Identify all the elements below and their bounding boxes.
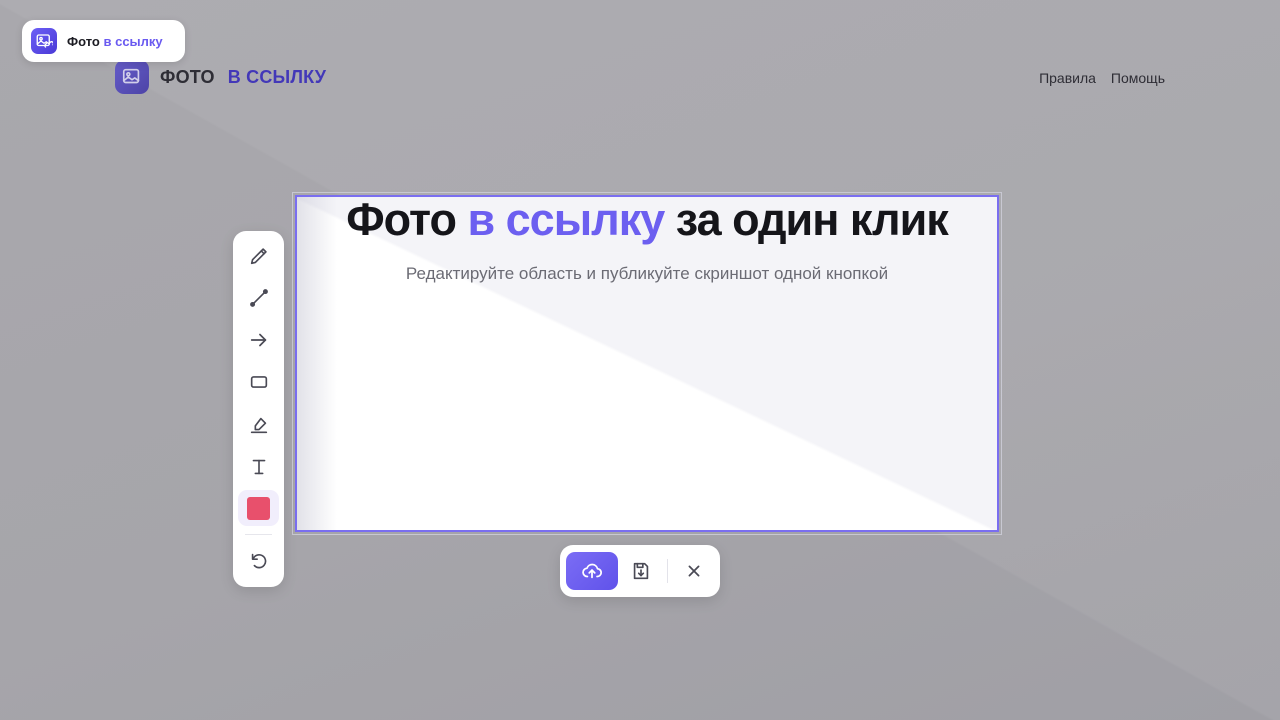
action-divider bbox=[667, 559, 668, 583]
pencil-icon bbox=[250, 248, 267, 265]
hero-title-part3: за один клик bbox=[675, 195, 949, 245]
save-download-icon bbox=[633, 562, 649, 580]
site-nav: Правила Помощь bbox=[1039, 70, 1165, 86]
drawing-toolbar bbox=[233, 231, 284, 587]
color-picker[interactable] bbox=[238, 490, 279, 526]
logo-text-main: ФОТО bbox=[160, 66, 215, 87]
hero-subtitle: Редактируйте область и публикуйте скринш… bbox=[405, 264, 889, 283]
cloud-upload-icon bbox=[582, 563, 603, 579]
nav-link-help[interactable]: Помощь bbox=[1111, 70, 1165, 86]
site-logo[interactable]: ФОТО В ССЫЛКУ bbox=[115, 60, 326, 94]
hero-title: Фото в ссылку за один клик bbox=[297, 197, 997, 243]
selection-area[interactable]: Фото в ссылку за один клик Редактируйте … bbox=[295, 195, 999, 532]
pencil-tool[interactable] bbox=[238, 238, 279, 274]
marker-icon bbox=[250, 417, 267, 434]
line-icon bbox=[249, 289, 268, 307]
color-swatch bbox=[247, 496, 270, 520]
upload-button[interactable] bbox=[566, 552, 618, 590]
close-button[interactable] bbox=[676, 552, 712, 590]
undo-button[interactable] bbox=[238, 543, 279, 579]
nav-link-rules[interactable]: Правила bbox=[1039, 70, 1096, 86]
save-button[interactable] bbox=[623, 552, 659, 590]
extension-label-accent: в ссылку bbox=[103, 33, 163, 49]
extension-label-main: Фото bbox=[67, 33, 100, 49]
image-link-icon bbox=[115, 60, 149, 94]
hero-title-accent: в ссылку bbox=[467, 195, 665, 245]
text-cursor-icon bbox=[252, 459, 265, 475]
toolbar-divider bbox=[245, 534, 272, 535]
text-tool[interactable] bbox=[238, 449, 279, 485]
rectangle-tool[interactable] bbox=[238, 364, 279, 400]
arrow-tool[interactable] bbox=[238, 322, 279, 358]
selection-frame[interactable]: Фото в ссылку за один клик Редактируйте … bbox=[292, 192, 1002, 535]
line-tool[interactable] bbox=[238, 280, 279, 316]
image-link-icon bbox=[31, 28, 57, 54]
hero-title-part1: Фото bbox=[346, 195, 457, 245]
rectangle-icon bbox=[250, 376, 267, 388]
action-bar bbox=[560, 545, 720, 597]
undo-icon bbox=[251, 553, 266, 569]
close-icon bbox=[688, 565, 700, 577]
arrow-right-icon bbox=[250, 333, 266, 347]
extension-badge[interactable]: Фото в ссылку bbox=[22, 20, 185, 62]
logo-text-accent: В ССЫЛКУ bbox=[227, 66, 327, 87]
marker-tool[interactable] bbox=[238, 407, 279, 443]
